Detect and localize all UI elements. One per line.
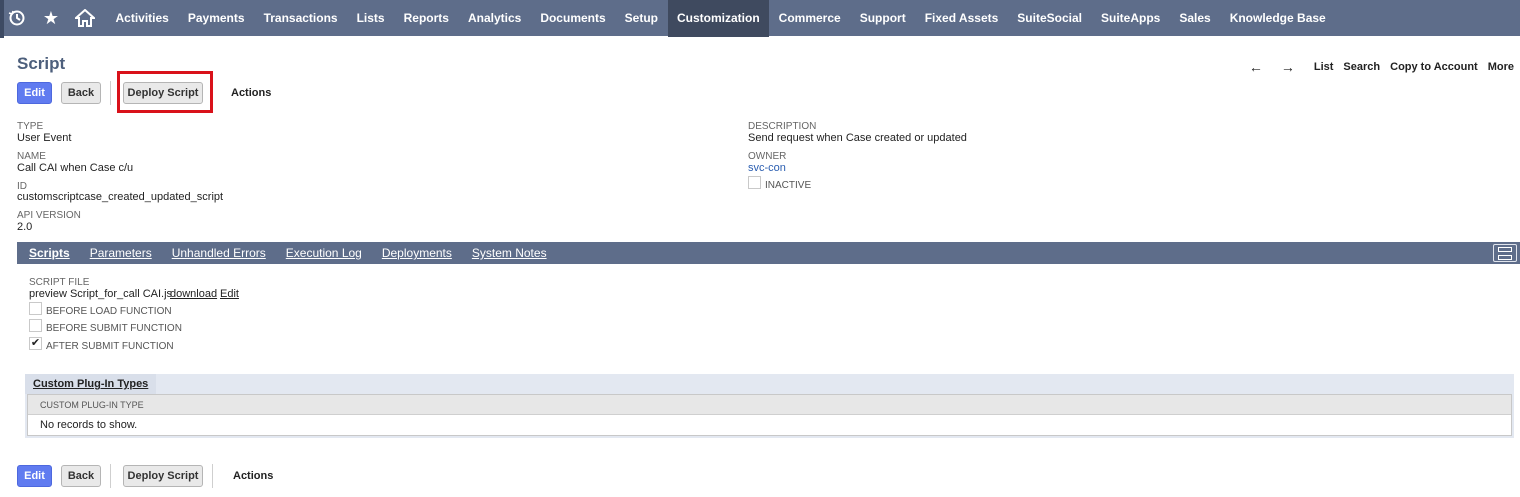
record-navigation: ← → List Search Copy to Account More xyxy=(1240,59,1514,75)
bottom-toolbar: Edit Back Deploy Script Actions xyxy=(17,464,273,488)
actions-menu[interactable]: Actions xyxy=(231,87,271,99)
nav-item-customization[interactable]: Customization xyxy=(667,0,770,37)
edit-button[interactable]: Edit xyxy=(17,82,52,104)
tab-deployments[interactable]: Deployments xyxy=(372,246,462,260)
before-load-function-label: BEFORE LOAD FUNCTION xyxy=(46,306,172,317)
nav-item-knowledge-base[interactable]: Knowledge Base xyxy=(1220,0,1335,37)
subtab-list: Scripts Parameters Unhandled Errors Executi… xyxy=(19,246,557,260)
star-icon[interactable]: ★ xyxy=(34,0,68,37)
next-record-arrow-icon[interactable]: → xyxy=(1272,59,1304,75)
description-value: Send request when Case created or update… xyxy=(748,132,967,144)
after-submit-function-checkbox[interactable]: ✔ xyxy=(29,337,42,350)
id-value: customscriptcase_created_updated_script xyxy=(17,191,224,203)
nav-item-setup[interactable]: Setup xyxy=(615,0,667,37)
subtab-bar: Scripts Parameters Unhandled Errors Executi… xyxy=(17,242,1520,264)
inactive-label: INACTIVE xyxy=(765,180,812,191)
script-file-name: preview Script_for_call CAI.js xyxy=(29,288,173,300)
description-label: DESCRIPTION xyxy=(748,121,817,132)
nav-left-edge xyxy=(0,0,4,38)
tab-system-notes[interactable]: System Notes xyxy=(462,246,557,260)
toolbar-divider xyxy=(110,81,111,105)
nav-item-transactions[interactable]: Transactions xyxy=(254,0,347,37)
deploy-script-button-bottom[interactable]: Deploy Script xyxy=(123,465,203,487)
custom-plugin-types-section: Custom Plug-In Types CUSTOM PLUG-IN TYPE… xyxy=(25,374,1514,438)
tab-execution-log[interactable]: Execution Log xyxy=(276,246,372,260)
nav-item-support[interactable]: Support xyxy=(850,0,915,37)
nav-item-suitesocial[interactable]: SuiteSocial xyxy=(1008,0,1092,37)
page-title: Script xyxy=(17,54,66,73)
nav-item-fixed-assets[interactable]: Fixed Assets xyxy=(915,0,1008,37)
back-button[interactable]: Back xyxy=(61,82,101,104)
top-navigation-bar: ★ Activities Payments Transactions Lists Rep… xyxy=(0,0,1520,38)
name-label: NAME xyxy=(17,151,46,162)
search-link[interactable]: Search xyxy=(1343,61,1380,73)
no-records-message: No records to show. xyxy=(40,419,138,431)
custom-plugin-type-column-header[interactable]: CUSTOM PLUG-IN TYPE xyxy=(28,395,1511,415)
subtab-layout-icon[interactable] xyxy=(1493,244,1517,262)
nav-item-analytics[interactable]: Analytics xyxy=(458,0,530,37)
download-link[interactable]: download xyxy=(170,288,217,300)
recent-history-icon[interactable] xyxy=(0,0,34,37)
owner-label: OWNER xyxy=(748,151,787,162)
copy-to-account-link[interactable]: Copy to Account xyxy=(1390,61,1478,73)
edit-button-bottom[interactable]: Edit xyxy=(17,465,52,487)
before-load-function-checkbox[interactable] xyxy=(29,302,42,315)
nav-menu: Activities Payments Transactions Lists Repor… xyxy=(106,0,1335,37)
api-version-label: API VERSION xyxy=(17,210,81,221)
name-value: Call CAI when Case c/u xyxy=(17,162,134,174)
tab-parameters[interactable]: Parameters xyxy=(80,246,162,260)
before-submit-function-label: BEFORE SUBMIT FUNCTION xyxy=(46,323,182,334)
owner-link[interactable]: svc-con xyxy=(748,162,786,174)
nav-item-commerce[interactable]: Commerce xyxy=(769,0,850,37)
type-value: User Event xyxy=(17,132,72,144)
toolbar-divider xyxy=(110,464,111,488)
nav-item-payments[interactable]: Payments xyxy=(178,0,254,37)
back-button-bottom[interactable]: Back xyxy=(61,465,101,487)
list-link[interactable]: List xyxy=(1314,61,1334,73)
nav-item-reports[interactable]: Reports xyxy=(394,0,458,37)
nav-item-lists[interactable]: Lists xyxy=(347,0,394,37)
before-submit-function-checkbox[interactable] xyxy=(29,319,42,332)
api-version-value: 2.0 xyxy=(17,221,33,233)
after-submit-function-label: AFTER SUBMIT FUNCTION xyxy=(46,341,174,352)
type-label: TYPE xyxy=(17,121,44,132)
deploy-script-highlight-box xyxy=(117,71,213,113)
tab-scripts[interactable]: Scripts xyxy=(19,246,80,260)
actions-menu-bottom[interactable]: Actions xyxy=(233,470,273,482)
custom-plugin-types-table: CUSTOM PLUG-IN TYPE No records to show. xyxy=(27,394,1512,436)
nav-item-sales[interactable]: Sales xyxy=(1170,0,1220,37)
nav-item-suiteapps[interactable]: SuiteApps xyxy=(1091,0,1169,37)
nav-item-activities[interactable]: Activities xyxy=(106,0,178,37)
tab-unhandled-errors[interactable]: Unhandled Errors xyxy=(162,246,276,260)
toolbar-divider xyxy=(212,464,213,488)
home-icon[interactable] xyxy=(68,0,102,37)
custom-plugin-types-tab[interactable]: Custom Plug-In Types xyxy=(25,374,157,394)
nav-item-documents[interactable]: Documents xyxy=(531,0,615,37)
previous-record-arrow-icon[interactable]: ← xyxy=(1240,59,1272,75)
edit-script-file-link[interactable]: Edit xyxy=(220,288,239,300)
more-link[interactable]: More xyxy=(1488,61,1514,73)
script-file-label: SCRIPT FILE xyxy=(29,277,90,288)
inactive-checkbox[interactable] xyxy=(748,176,761,189)
checkmark-icon: ✔ xyxy=(30,337,41,349)
